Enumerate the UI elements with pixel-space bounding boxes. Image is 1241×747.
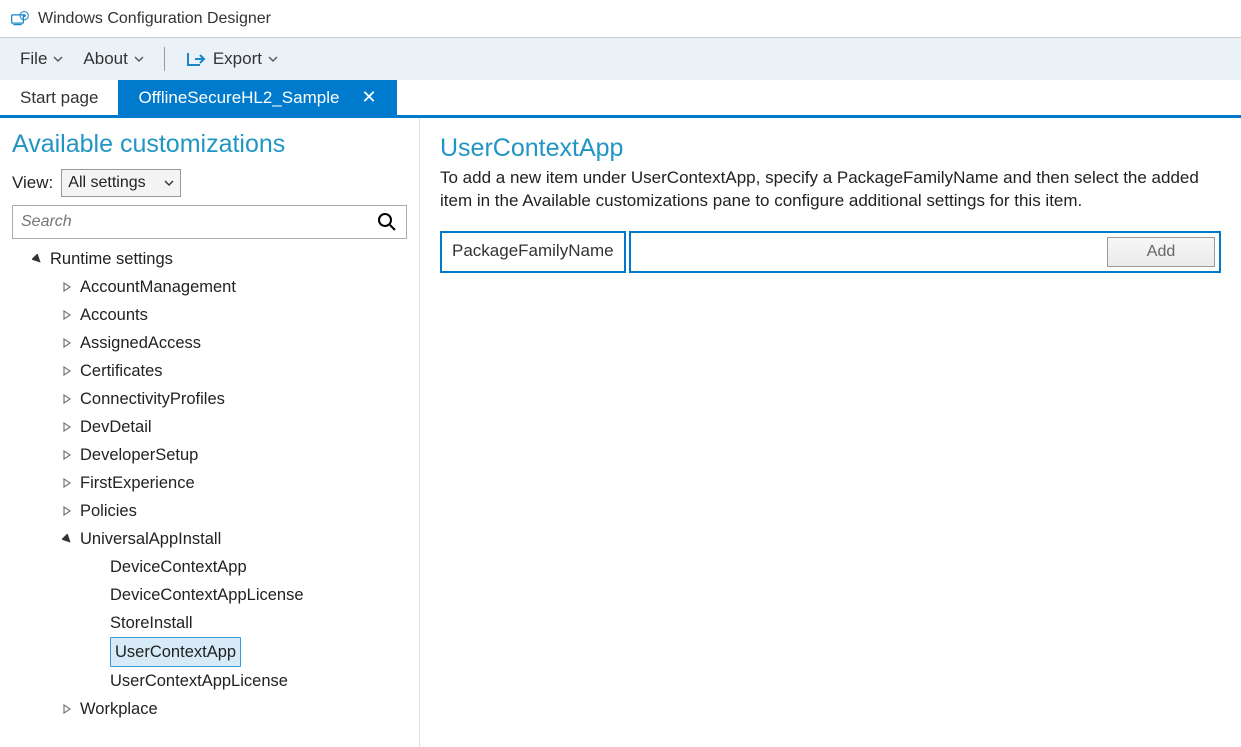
menu-file-label: File — [20, 49, 47, 69]
tree-item-label: AssignedAccess — [80, 329, 201, 357]
menu-about[interactable]: About — [73, 45, 153, 73]
sidebar: Available customizations View: All setti… — [0, 118, 420, 747]
expand-icon[interactable] — [60, 364, 74, 378]
tree-leaf-label: UserContextAppLicense — [110, 667, 288, 695]
export-icon — [185, 50, 207, 68]
sidebar-heading: Available customizations — [12, 130, 419, 159]
menu-about-label: About — [83, 49, 127, 69]
chevron-down-icon — [134, 55, 144, 63]
spacer — [90, 674, 104, 688]
view-label: View: — [12, 173, 53, 193]
menu-export[interactable]: Export — [175, 45, 288, 73]
expand-icon[interactable] — [60, 476, 74, 490]
close-icon[interactable]: ✕ — [361, 87, 376, 108]
tree-leaf-label: StoreInstall — [110, 609, 193, 637]
form-row: PackageFamilyName Add — [440, 231, 1221, 273]
field-label: PackageFamilyName — [440, 231, 626, 273]
menu-divider — [164, 47, 165, 71]
search-box[interactable] — [12, 205, 407, 239]
field-input-wrap: Add — [629, 231, 1221, 273]
tree-root[interactable]: Runtime settings — [12, 245, 419, 273]
expand-icon[interactable] — [60, 392, 74, 406]
search-icon[interactable] — [376, 211, 398, 233]
expand-icon[interactable] — [60, 504, 74, 518]
chevron-down-icon — [164, 179, 174, 187]
tree-item-label: Workplace — [80, 695, 158, 723]
tree-item-label: ConnectivityProfiles — [80, 385, 225, 413]
spacer — [90, 645, 104, 659]
tree-leaf[interactable]: DeviceContextApp — [12, 553, 419, 581]
tree-leaf-usercontextapp[interactable]: UserContextApp — [12, 637, 419, 667]
tree-item[interactable]: FirstExperience — [12, 469, 419, 497]
chevron-down-icon — [53, 55, 63, 63]
tree-item[interactable]: AccountManagement — [12, 273, 419, 301]
tree-item-label: AccountManagement — [80, 273, 236, 301]
tree-leaf-label: DeviceContextApp — [110, 553, 247, 581]
spacer — [90, 588, 104, 602]
menu-file[interactable]: File — [10, 45, 73, 73]
expand-icon[interactable] — [60, 336, 74, 350]
tree-item[interactable]: DeveloperSetup — [12, 441, 419, 469]
expand-icon[interactable] — [60, 308, 74, 322]
tree-leaf-label: UserContextApp — [110, 637, 241, 667]
content-description: To add a new item under UserContextApp, … — [440, 167, 1221, 213]
tree-item-label: FirstExperience — [80, 469, 195, 497]
expand-icon[interactable] — [60, 280, 74, 294]
spacer — [90, 560, 104, 574]
tree-leaf[interactable]: DeviceContextAppLicense — [12, 581, 419, 609]
tree-item-label: UniversalAppInstall — [80, 525, 221, 553]
content-pane: UserContextApp To add a new item under U… — [420, 118, 1241, 747]
content-heading: UserContextApp — [440, 134, 1221, 163]
tab-project[interactable]: OfflineSecureHL2_Sample ✕ — [118, 80, 396, 115]
tree-item[interactable]: Workplace — [12, 695, 419, 723]
tree-leaf[interactable]: UserContextAppLicense — [12, 667, 419, 695]
tree-item-label: Policies — [80, 497, 137, 525]
tree-item[interactable]: Certificates — [12, 357, 419, 385]
tab-project-label: OfflineSecureHL2_Sample — [138, 88, 339, 108]
tab-start-label: Start page — [20, 88, 98, 108]
spacer — [90, 616, 104, 630]
collapse-icon[interactable] — [30, 252, 44, 266]
tree-item[interactable]: Accounts — [12, 301, 419, 329]
tree-item-universal[interactable]: UniversalAppInstall — [12, 525, 419, 553]
settings-tree: Runtime settings AccountManagement Accou… — [12, 245, 419, 723]
add-button[interactable]: Add — [1107, 237, 1215, 267]
view-dropdown-value: All settings — [68, 174, 145, 192]
tree-item[interactable]: DevDetail — [12, 413, 419, 441]
app-icon — [10, 11, 30, 27]
tree-leaf[interactable]: StoreInstall — [12, 609, 419, 637]
tabbar: Start page OfflineSecureHL2_Sample ✕ — [0, 80, 1241, 118]
package-family-name-input[interactable] — [639, 243, 1107, 261]
tree-item[interactable]: ConnectivityProfiles — [12, 385, 419, 413]
view-dropdown[interactable]: All settings — [61, 169, 181, 197]
tree-item[interactable]: AssignedAccess — [12, 329, 419, 357]
tree-item-label: Certificates — [80, 357, 163, 385]
expand-icon[interactable] — [60, 448, 74, 462]
menubar: File About Export — [0, 38, 1241, 80]
collapse-icon[interactable] — [60, 532, 74, 546]
chevron-down-icon — [268, 55, 278, 63]
tree-item-label: Accounts — [80, 301, 148, 329]
titlebar: Windows Configuration Designer — [0, 0, 1241, 38]
tree-item-label: DeveloperSetup — [80, 441, 198, 469]
tree-root-label: Runtime settings — [50, 245, 173, 273]
tree-item-label: DevDetail — [80, 413, 152, 441]
tab-start-page[interactable]: Start page — [0, 80, 118, 115]
tree-leaf-label: DeviceContextAppLicense — [110, 581, 304, 609]
app-title: Windows Configuration Designer — [38, 10, 271, 28]
view-row: View: All settings — [12, 169, 419, 197]
search-input[interactable] — [13, 209, 376, 235]
expand-icon[interactable] — [60, 702, 74, 716]
menu-export-label: Export — [213, 49, 262, 69]
tree-item[interactable]: Policies — [12, 497, 419, 525]
expand-icon[interactable] — [60, 420, 74, 434]
